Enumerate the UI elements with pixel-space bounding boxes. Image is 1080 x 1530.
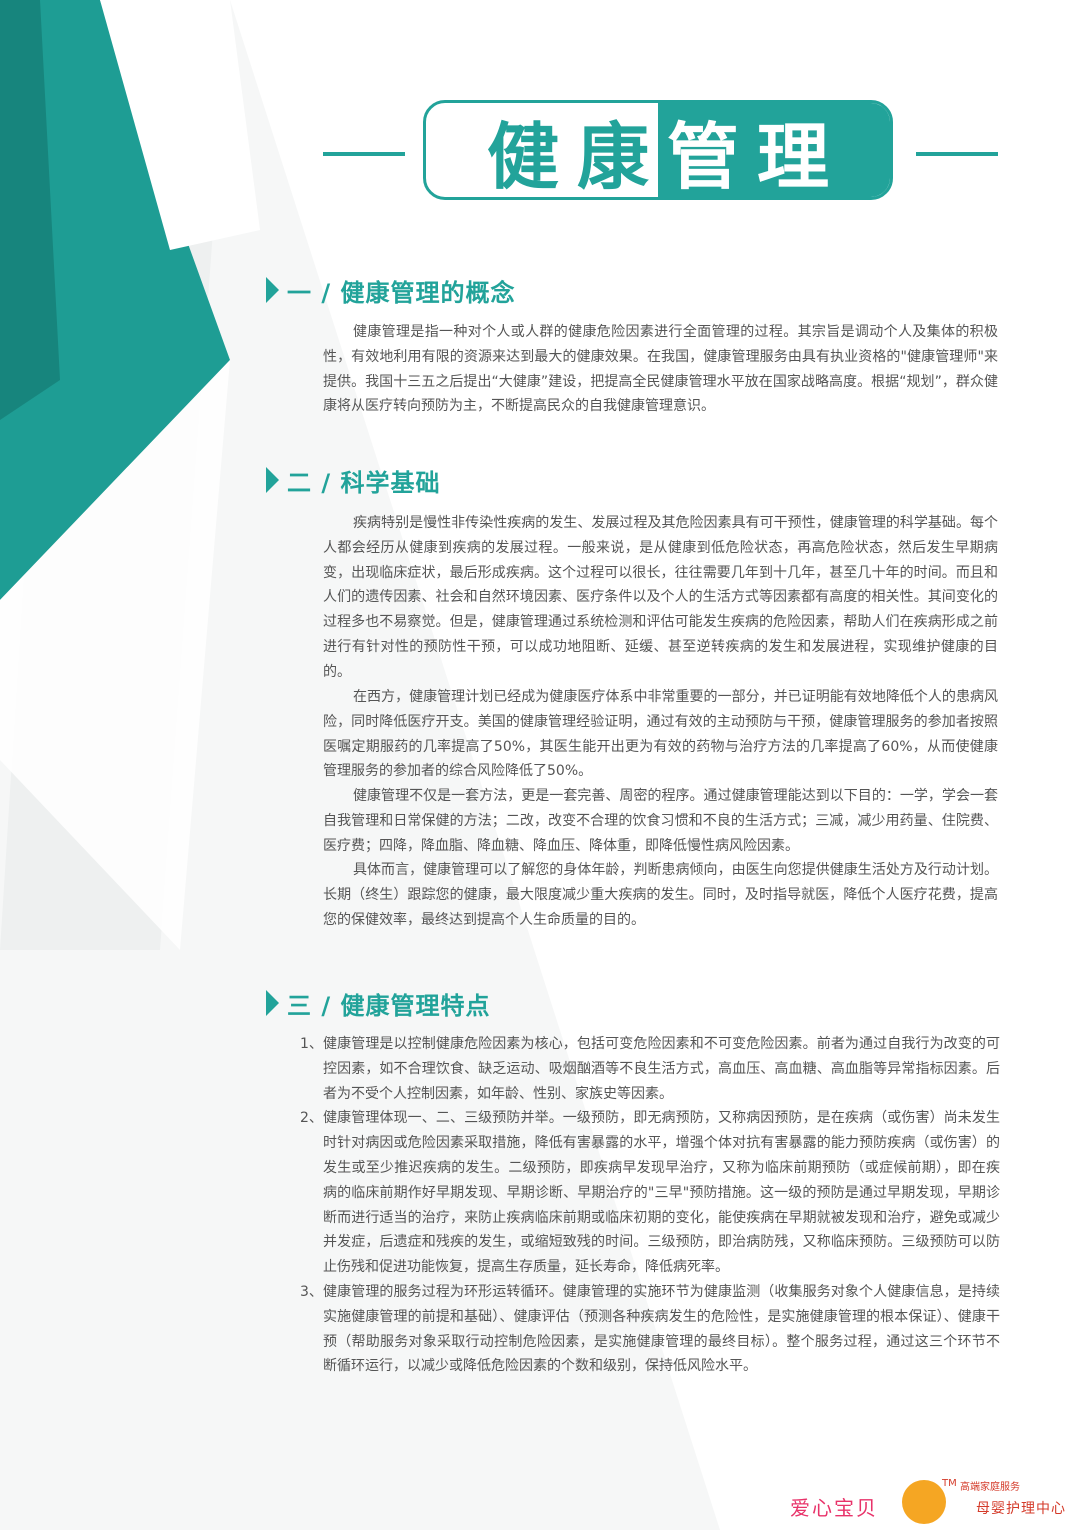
section-title: 一 / 健康管理的概念 — [287, 278, 516, 307]
logo-tm: TM — [942, 1478, 957, 1489]
title-banner: 健康 管理 — [323, 100, 998, 206]
logo-small-text: 高端家庭服务 — [960, 1482, 1020, 1493]
section-marker-icon — [266, 277, 279, 303]
section-title: 三 / 健康管理特点 — [287, 991, 491, 1020]
list-item: 2、 健康管理体现一、二、三级预防并举。一级预防，即无病预防，又称病因预防，是在… — [300, 1106, 1000, 1280]
section-marker-icon — [266, 467, 279, 493]
list-item-number: 3、 — [300, 1283, 323, 1300]
list-item: 3、 健康管理的服务过程为环形运转循环。健康管理的实施环节为健康监测（收集服务对… — [300, 1280, 1000, 1379]
title-box: 健康 管理 — [423, 100, 893, 200]
list-item-number: 1、 — [300, 1036, 323, 1052]
section-heading-1: 一 / 健康管理的概念 — [266, 270, 515, 310]
list-item-text: 健康管理是以控制健康危险因素为核心，包括可变危险因素和不可变危险因素。前者为通过… — [323, 1036, 1000, 1102]
section-2-paragraph-2: 在西方，健康管理计划已经成为健康医疗体系中非常重要的一部分，并已证明能有效地降低… — [323, 689, 998, 780]
title-line-right — [916, 152, 998, 156]
section-1-paragraph: 健康管理是指一种对个人或人群的健康危险因素进行全面管理的过程。其宗旨是调动个人及… — [323, 324, 998, 415]
section-2-paragraph-1: 疾病特别是慢性非传染性疾病的发生、发展过程及其危险因素具有可干预性，健康管理的科… — [323, 515, 998, 680]
features-list: 1、 健康管理是以控制健康危险因素为核心，包括可变危险因素和不可变危险因素。前者… — [300, 1032, 1000, 1379]
list-item-text: 健康管理体现一、二、三级预防并举。一级预防，即无病预防，又称病因预防，是在疾病（… — [323, 1110, 1000, 1276]
page-title: 健康 管理 — [426, 103, 890, 199]
list-item: 1、 健康管理是以控制健康危险因素为核心，包括可变危险因素和不可变危险因素。前者… — [300, 1032, 1000, 1106]
title-line-left — [323, 152, 405, 156]
section-heading-2: 二 / 科学基础 — [266, 460, 440, 500]
logo-circle-icon — [902, 1480, 946, 1524]
list-item-number: 2、 — [300, 1110, 323, 1127]
section-title: 二 / 科学基础 — [287, 468, 441, 497]
section-2-paragraph-4: 具体而言，健康管理可以了解您的身体年龄，判断患病倾向，由医生向您提供健康生活处方… — [323, 862, 998, 928]
footer-logo: TM 高端家庭服务 爱心宝贝 母婴护理中心 — [790, 1478, 1080, 1530]
logo-left-text: 爱心宝贝 — [790, 1496, 878, 1520]
section-heading-3: 三 / 健康管理特点 — [266, 983, 490, 1023]
title-part1: 健康 — [486, 114, 667, 199]
section-2-paragraph-3: 健康管理不仅是一套方法，更是一套完善、周密的程序。通过健康管理能达到以下目的：一… — [323, 788, 998, 854]
list-item-text: 健康管理的服务过程为环形运转循环。健康管理的实施环节为健康监测（收集服务对象个人… — [323, 1283, 1000, 1375]
title-part2: 管理 — [667, 114, 848, 199]
section-marker-icon — [266, 990, 279, 1016]
logo-right-text: 母婴护理中心 — [976, 1501, 1066, 1517]
